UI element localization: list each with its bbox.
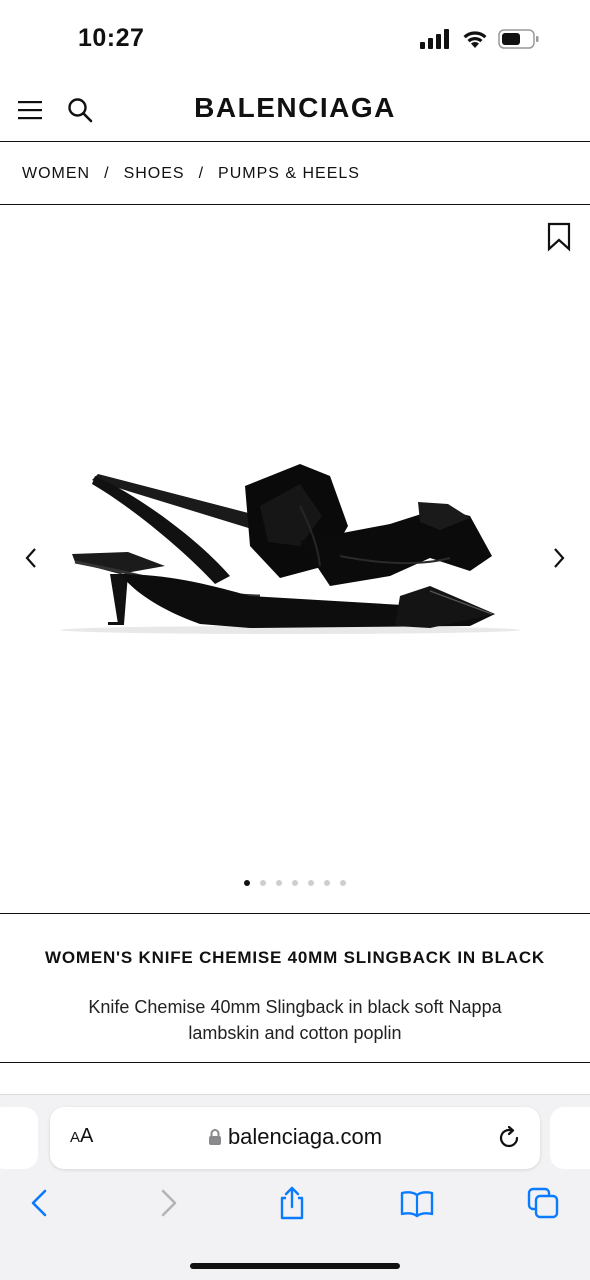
wifi-icon — [463, 31, 487, 48]
url-display[interactable]: balenciaga.com — [50, 1124, 540, 1150]
cellular-signal-icon — [420, 29, 449, 49]
product-info: WOMEN'S KNIFE CHEMISE 40MM SLINGBACK IN … — [0, 913, 590, 1063]
lock-icon — [208, 1129, 221, 1145]
pagination-dot[interactable] — [244, 880, 250, 886]
reload-button[interactable] — [496, 1125, 522, 1151]
breadcrumb-item-pumps-heels[interactable]: PUMPS & HEELS — [218, 165, 360, 183]
breadcrumb-separator: / — [104, 164, 110, 182]
wishlist-button[interactable] — [546, 222, 572, 252]
forward-button[interactable] — [150, 1185, 186, 1221]
forward-chevron-icon — [161, 1189, 177, 1217]
product-image — [60, 464, 520, 634]
share-button[interactable] — [274, 1185, 310, 1221]
address-bar[interactable]: AA balenciaga.com — [50, 1107, 540, 1169]
product-title: WOMEN'S KNIFE CHEMISE 40MM SLINGBACK IN … — [45, 948, 545, 967]
bookmark-icon — [547, 222, 571, 252]
pagination-dot[interactable] — [308, 880, 314, 886]
pagination-dot[interactable] — [324, 880, 330, 886]
site-header: BALENCIAGA — [0, 80, 590, 142]
tabs-button[interactable] — [525, 1185, 561, 1221]
home-indicator[interactable] — [190, 1263, 400, 1269]
next-tab-preview[interactable] — [550, 1107, 590, 1169]
product-gallery[interactable] — [0, 206, 590, 913]
breadcrumb: WOMEN / SHOES / PUMPS & HEELS — [0, 143, 590, 205]
battery-icon — [498, 29, 539, 49]
pagination-dot[interactable] — [340, 880, 346, 886]
pagination-dot[interactable] — [292, 880, 298, 886]
brand-logo[interactable]: BALENCIAGA — [0, 92, 590, 124]
pagination-dot[interactable] — [260, 880, 266, 886]
browser-toolbar — [0, 1185, 590, 1225]
product-description: Knife Chemise 40mm Slingback in black so… — [88, 997, 502, 1043]
pagination-dot[interactable] — [276, 880, 282, 886]
share-icon — [280, 1186, 304, 1220]
url-text: balenciaga.com — [227, 1124, 383, 1149]
status-icons — [420, 28, 540, 50]
status-time: 10:27 — [78, 24, 145, 52]
bookmarks-button[interactable] — [399, 1185, 435, 1221]
status-bar: 10:27 — [0, 0, 590, 80]
browser-chrome: AA balenciaga.com — [0, 1094, 590, 1280]
book-icon — [400, 1191, 434, 1218]
breadcrumb-separator: / — [198, 164, 205, 182]
breadcrumb-item-women[interactable]: WOMEN — [22, 165, 90, 183]
gallery-pagination — [0, 880, 590, 886]
back-button[interactable] — [22, 1185, 58, 1221]
reload-icon — [499, 1125, 519, 1148]
breadcrumb-item-shoes[interactable]: SHOES — [124, 165, 185, 183]
tabs-icon — [527, 1187, 559, 1219]
previous-tab-preview[interactable] — [0, 1107, 38, 1169]
back-chevron-icon — [31, 1189, 47, 1217]
